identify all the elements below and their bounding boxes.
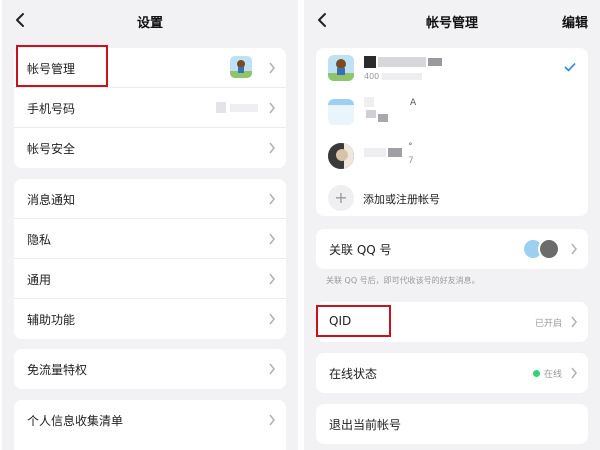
account-item[interactable]: A bbox=[316, 92, 588, 136]
qid-status: 已开启 bbox=[534, 319, 562, 329]
row-personal-info-list[interactable]: 个人信息收集清单 bbox=[14, 400, 286, 440]
chevron-right-icon bbox=[269, 363, 275, 375]
account-item[interactable]: 7 ° bbox=[316, 136, 588, 180]
data-saver-card: 免流量特权 bbox=[14, 349, 286, 389]
online-status-value: 在线 bbox=[543, 370, 562, 380]
account-id: A bbox=[410, 98, 417, 108]
account-item[interactable]: 400 bbox=[316, 48, 588, 92]
online-dot bbox=[533, 370, 540, 377]
chevron-right-icon bbox=[571, 367, 577, 379]
row-online-status[interactable]: 在线状态 在线 bbox=[316, 353, 588, 393]
row-label: 关联 QQ 号 bbox=[329, 243, 392, 257]
account-management-panel: 帐号管理 编辑 400 A 7 ° + 添加或注册帐号 关联 QQ 号 关联 Q… bbox=[304, 0, 600, 450]
settings-navbar: 设置 bbox=[2, 0, 298, 40]
chevron-right-icon bbox=[571, 243, 577, 255]
chevron-right-icon bbox=[269, 414, 275, 426]
row-label: 通用 bbox=[27, 273, 52, 287]
row-label: 帐号安全 bbox=[27, 142, 76, 156]
account-id: 400 bbox=[364, 72, 380, 81]
masked-id bbox=[366, 110, 376, 118]
logout-card: 退出当前帐号 bbox=[316, 404, 588, 444]
chevron-right-icon bbox=[269, 313, 275, 325]
row-label: 在线状态 bbox=[329, 367, 378, 381]
add-account-button[interactable]: + 添加或注册帐号 bbox=[316, 180, 588, 216]
masked-nickname bbox=[364, 97, 374, 107]
linked-avatars bbox=[522, 238, 562, 260]
link-qq-card: 关联 QQ 号 bbox=[316, 229, 588, 269]
avatar bbox=[328, 143, 354, 169]
row-label: 消息通知 bbox=[27, 193, 76, 207]
chevron-right-icon bbox=[571, 316, 577, 328]
masked-nickname bbox=[364, 56, 376, 68]
row-label: 隐私 bbox=[27, 233, 52, 247]
row-general[interactable]: 通用 bbox=[14, 259, 286, 299]
page-title: 帐号管理 bbox=[425, 16, 478, 31]
avatar bbox=[328, 55, 354, 81]
chevron-right-icon bbox=[269, 102, 275, 114]
row-label: 辅助功能 bbox=[27, 313, 76, 327]
page-title: 设置 bbox=[136, 16, 163, 31]
plus-icon: + bbox=[328, 185, 354, 211]
masked-value bbox=[230, 104, 258, 112]
row-label: 手机号码 bbox=[27, 102, 76, 116]
account-id: 7 bbox=[408, 156, 414, 166]
row-account-security[interactable]: 帐号安全 bbox=[14, 128, 286, 168]
row-link-qq[interactable]: 关联 QQ 号 bbox=[316, 229, 588, 269]
account-navbar: 帐号管理 编辑 bbox=[304, 0, 600, 40]
settings-panel: 设置 帐号管理 手机号码 帐号安全 消息通知 隐私 通用 辅助功能 免流量特权 … bbox=[2, 0, 298, 450]
masked-id bbox=[378, 114, 388, 122]
masked-id bbox=[382, 73, 422, 80]
avatar bbox=[328, 99, 354, 125]
row-privacy[interactable]: 隐私 bbox=[14, 219, 286, 259]
avatar bbox=[538, 238, 560, 260]
masked-nickname bbox=[388, 148, 402, 157]
check-icon bbox=[564, 62, 576, 72]
row-notifications[interactable]: 消息通知 bbox=[14, 179, 286, 219]
highlight-box bbox=[316, 305, 391, 337]
row-label: 退出当前帐号 bbox=[329, 418, 402, 432]
logout-button[interactable]: 退出当前帐号 bbox=[316, 404, 588, 444]
masked-nickname bbox=[364, 148, 386, 157]
chevron-right-icon bbox=[269, 193, 275, 205]
masked-nickname bbox=[428, 58, 442, 66]
chevron-right-icon bbox=[269, 273, 275, 285]
masked-nickname bbox=[378, 57, 426, 67]
row-label: 免流量特权 bbox=[27, 363, 88, 377]
row-accessibility[interactable]: 辅助功能 bbox=[14, 299, 286, 339]
row-free-data[interactable]: 免流量特权 bbox=[14, 349, 286, 389]
chevron-right-icon bbox=[269, 62, 275, 74]
link-qq-hint: 关联 QQ 号后，即可代收该号的好友消息。 bbox=[326, 276, 480, 285]
general-settings-card: 消息通知 隐私 通用 辅助功能 bbox=[14, 179, 286, 339]
account-dot: ° bbox=[408, 142, 413, 152]
privacy-list-card: 个人信息收集清单 bbox=[14, 400, 286, 450]
avatar bbox=[230, 56, 252, 78]
edit-button[interactable]: 编辑 bbox=[562, 12, 588, 31]
chevron-right-icon bbox=[269, 233, 275, 245]
chevron-right-icon bbox=[269, 142, 275, 154]
masked-value bbox=[216, 102, 226, 113]
highlight-box bbox=[16, 45, 108, 87]
add-account-label: 添加或注册帐号 bbox=[363, 193, 440, 206]
row-label: 个人信息收集清单 bbox=[27, 414, 124, 428]
online-status-card: 在线状态 在线 bbox=[316, 353, 588, 393]
accounts-card: 400 A 7 ° + 添加或注册帐号 bbox=[316, 48, 588, 216]
row-phone-number[interactable]: 手机号码 bbox=[14, 88, 286, 128]
